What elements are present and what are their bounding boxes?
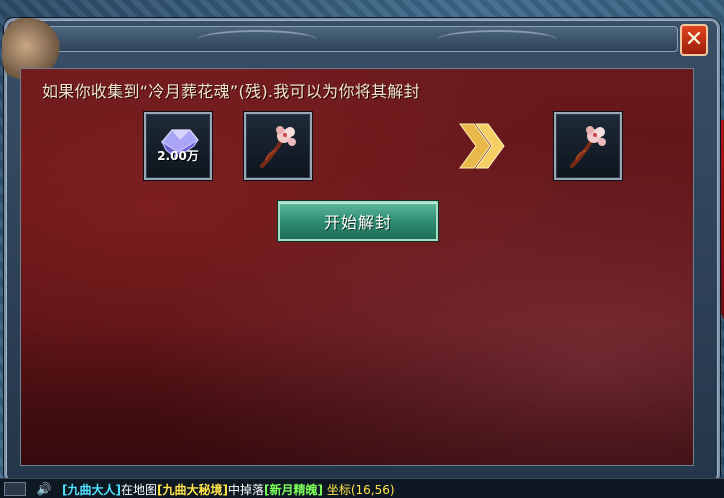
start-unseal-button[interactable]: 开始解封	[278, 201, 438, 241]
chat-text-1: 在地图	[120, 483, 157, 497]
chat-text-2: 中掉落	[227, 483, 264, 497]
chat-map-link[interactable]: [九曲大秘境]	[157, 483, 228, 497]
gem-icon	[160, 129, 199, 159]
currency-slot[interactable]: 2.00万	[144, 112, 212, 180]
chat-coordinate[interactable]: 坐标(16,56)	[327, 483, 395, 497]
flower-branch-icon	[260, 126, 296, 168]
chat-bar: 🔊 [九曲大人]在地图[九曲大秘境]中掉落[新月精魄] 坐标(16,56)	[0, 478, 724, 498]
currency-amount: 2.00万	[157, 149, 199, 163]
speaker-icon[interactable]: 🔊	[34, 481, 54, 497]
result-item-slot[interactable]	[554, 112, 622, 180]
chat-item-link[interactable]: [新月精魄]	[264, 483, 323, 497]
material-item-slot[interactable]	[244, 112, 312, 180]
close-button[interactable]: ✕	[680, 24, 708, 56]
dialog-title-bar	[46, 26, 678, 52]
chat-channel-button[interactable]	[4, 482, 26, 496]
chat-message: [九曲大人]在地图[九曲大秘境]中掉落[新月精魄] 坐标(16,56)	[62, 481, 724, 497]
unseal-description: 如果你收集到“冷月葬花魂”(残).我可以为你将其解封	[42, 82, 420, 101]
flower-branch-icon	[570, 126, 606, 168]
close-icon: ✕	[684, 27, 704, 52]
double-chevron-right-icon	[459, 123, 505, 169]
chat-player-name[interactable]: [九曲大人]	[62, 483, 121, 497]
